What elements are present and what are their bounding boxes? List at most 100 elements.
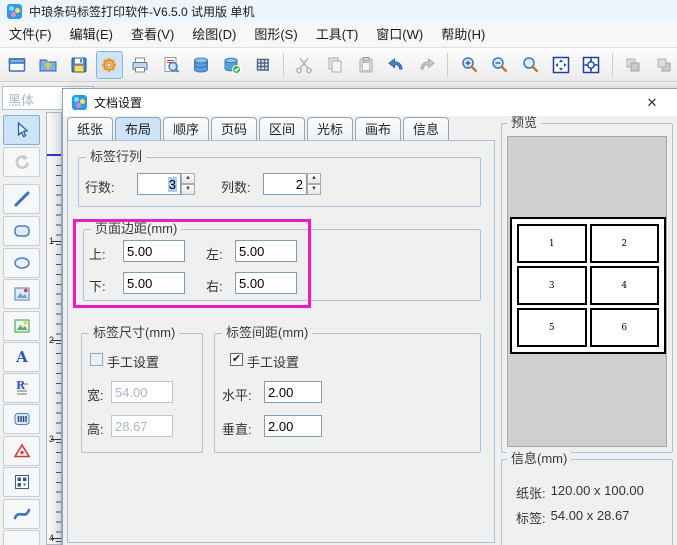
menu-shape[interactable]: 图形(S) — [245, 22, 306, 47]
label-spacing-manual-checkbox[interactable]: ✔ — [230, 353, 243, 366]
dialog-tabs: 纸张 布局 顺序 页码 区间 光标 画布 信息 — [67, 117, 449, 141]
scissors-icon — [296, 57, 313, 73]
vertical-input[interactable]: 2.00 — [264, 415, 322, 437]
zoom-in-icon — [461, 56, 477, 72]
app-logo-icon — [7, 3, 22, 19]
paste-button[interactable] — [352, 51, 379, 79]
menu-help[interactable]: 帮助(H) — [432, 22, 494, 47]
send-backward-icon — [657, 58, 671, 71]
width-input[interactable]: 54.00 — [111, 381, 173, 403]
menu-draw[interactable]: 绘图(D) — [183, 22, 245, 47]
tab-range[interactable]: 区间 — [259, 117, 305, 140]
rotate-icon — [15, 154, 29, 169]
vertical-label: 垂直: — [222, 422, 252, 437]
redo-button[interactable] — [414, 51, 441, 79]
dialog-titlebar: 文档设置 — [63, 89, 677, 116]
dialog-icon — [72, 95, 87, 110]
cols-value: 2 — [295, 176, 303, 192]
printer-icon — [132, 57, 148, 72]
document-settings-button[interactable] — [96, 50, 123, 79]
order-back-button[interactable] — [650, 51, 677, 79]
paper-info-value: 120.00 x 100.00 — [550, 483, 644, 498]
document-settings-dialog: 文档设置 ✕ 纸张 布局 顺序 页码 区间 光标 画布 信息 标签行列 行数: … — [62, 88, 677, 545]
margin-bottom-input[interactable]: 5.00 — [123, 272, 185, 294]
info-group — [501, 459, 673, 545]
new-document-icon — [9, 57, 26, 72]
margin-left-input[interactable]: 5.00 — [235, 240, 297, 262]
open-file-button[interactable] — [35, 51, 62, 79]
zoom-reset-button[interactable] — [517, 51, 544, 79]
zoom-out-icon — [492, 56, 508, 72]
svg-text:R: R — [16, 379, 26, 392]
paste-icon — [359, 56, 373, 72]
zoom-in-button[interactable] — [455, 51, 482, 79]
menu-file[interactable]: 文件(F) — [0, 22, 61, 47]
margin-top-input[interactable]: 5.00 — [123, 240, 185, 262]
rows-value: 3 — [167, 176, 177, 192]
line-tool-button[interactable] — [3, 184, 40, 214]
menu-edit[interactable]: 编辑(E) — [61, 22, 122, 47]
tab-layout[interactable]: 布局 — [115, 117, 161, 141]
rows-input[interactable]: 3 — [137, 173, 181, 195]
print-preview-button[interactable] — [157, 51, 184, 79]
preview-cell: 2 — [589, 224, 659, 263]
qrcode-icon — [14, 475, 29, 489]
tab-page-number[interactable]: 页码 — [211, 117, 257, 140]
cols-stepper[interactable]: ▲ ▼ — [307, 173, 321, 195]
paper-info-label: 纸张: — [516, 486, 546, 501]
preview-group-title: 预览 — [507, 116, 542, 130]
cut-button[interactable] — [291, 51, 318, 79]
ellipse-tool-button[interactable] — [3, 248, 40, 278]
database-button[interactable] — [188, 51, 215, 79]
tab-cursor[interactable]: 光标 — [307, 117, 353, 140]
barcode-tool-button[interactable] — [3, 404, 40, 434]
undo-icon — [388, 57, 403, 69]
save-button[interactable] — [65, 51, 92, 79]
fit-window-icon — [552, 56, 569, 73]
rows-cols-group-title: 标签行列 — [86, 150, 147, 164]
ruler-number: 4 — [49, 533, 55, 543]
save-icon — [71, 57, 87, 72]
undo-button[interactable] — [383, 51, 410, 79]
menu-view[interactable]: 查看(V) — [122, 22, 183, 47]
qrcode-tool-button[interactable] — [3, 467, 40, 497]
margin-left-label: 左: — [206, 247, 223, 262]
tab-canvas[interactable]: 画布 — [355, 117, 401, 140]
horizontal-input[interactable]: 2.00 — [264, 381, 322, 403]
tab-info[interactable]: 信息 — [403, 117, 449, 140]
new-document-button[interactable] — [4, 51, 31, 79]
picture-tool-button[interactable] — [3, 311, 40, 341]
margin-right-input[interactable]: 5.00 — [235, 272, 297, 294]
redo-icon — [420, 57, 435, 69]
copy-button[interactable] — [322, 51, 349, 79]
rows-stepper[interactable]: ▲ ▼ — [181, 173, 195, 195]
tab-order[interactable]: 顺序 — [163, 117, 209, 140]
fit-window-button[interactable] — [547, 51, 574, 79]
print-button[interactable] — [127, 51, 154, 79]
rotate-tool-button[interactable] — [3, 147, 40, 177]
text-tool-button[interactable]: A — [3, 342, 40, 372]
rounded-rect-tool-button[interactable] — [3, 216, 40, 246]
shape-tool-button[interactable] — [3, 436, 40, 466]
grid-button[interactable] — [250, 51, 277, 79]
print-preview-icon — [164, 56, 179, 73]
tab-paper[interactable]: 纸张 — [67, 117, 113, 140]
rich-text-icon: R — [16, 379, 28, 395]
ruler-number: 2 — [49, 335, 55, 345]
menu-tools[interactable]: 工具(T) — [307, 22, 368, 47]
arc-tool-button[interactable] — [3, 530, 40, 545]
curve-tool-button[interactable] — [3, 499, 40, 529]
zoom-out-button[interactable] — [486, 51, 513, 79]
height-input[interactable]: 28.67 — [111, 415, 173, 437]
image-tool-button[interactable] — [3, 279, 40, 309]
cols-input[interactable]: 2 — [263, 173, 307, 195]
fit-page-button[interactable] — [578, 51, 605, 79]
close-icon[interactable]: ✕ — [641, 93, 663, 112]
menu-window[interactable]: 窗口(W) — [367, 22, 432, 47]
order-front-button[interactable] — [620, 51, 647, 79]
rich-text-tool-button[interactable]: R — [3, 373, 40, 403]
label-size-manual-checkbox[interactable] — [90, 353, 103, 366]
database-refresh-button[interactable] — [219, 51, 246, 79]
select-tool-button[interactable] — [3, 115, 40, 145]
picture-icon — [14, 319, 29, 333]
